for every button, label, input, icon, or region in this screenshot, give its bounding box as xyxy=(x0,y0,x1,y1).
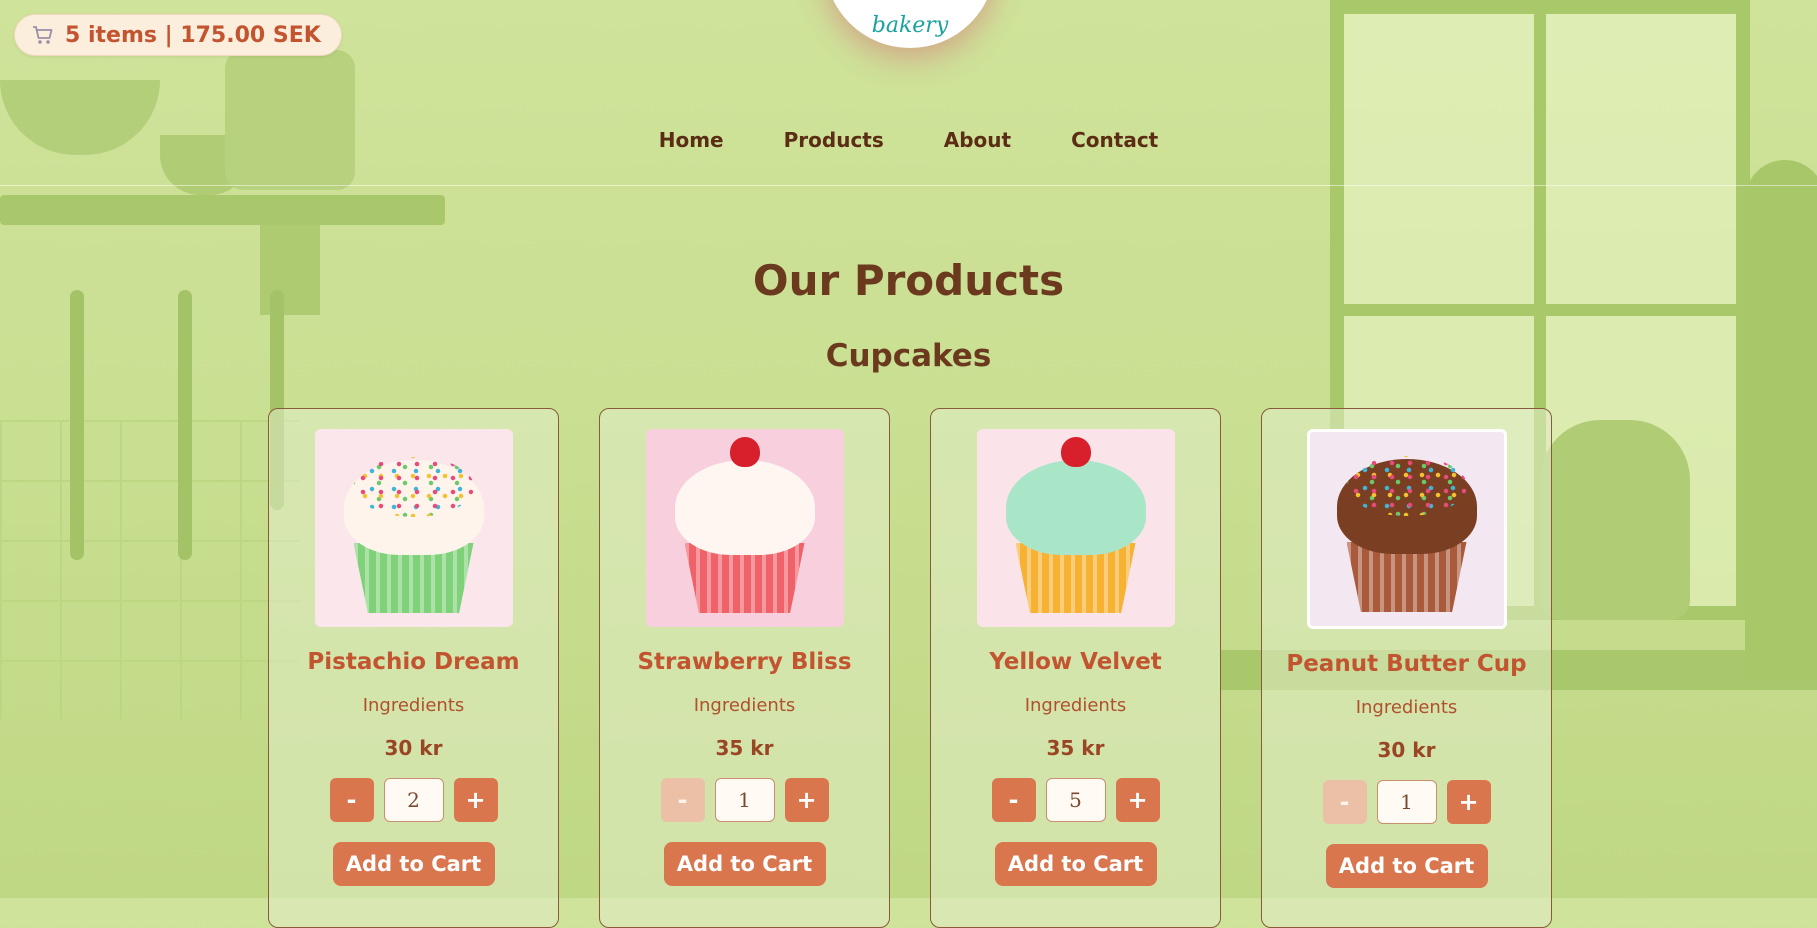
decrease-quantity-button[interactable]: - xyxy=(660,778,705,822)
section-title: Cupcakes xyxy=(825,338,992,374)
add-to-cart-button[interactable]: Add to Cart xyxy=(994,842,1157,886)
increase-quantity-button[interactable]: + xyxy=(1446,780,1491,824)
product-name: Peanut Butter Cup xyxy=(1286,651,1527,677)
cupcake-illustration xyxy=(646,429,844,627)
product-card: Strawberry Bliss Ingredients 35 kr - + A… xyxy=(599,408,890,928)
increase-quantity-button[interactable]: + xyxy=(453,778,498,822)
quantity-stepper: - + xyxy=(660,778,829,822)
quantity-input[interactable] xyxy=(383,778,444,822)
product-price: 30 kr xyxy=(1377,738,1436,762)
product-name: Yellow Velvet xyxy=(989,649,1162,675)
add-to-cart-button[interactable]: Add to Cart xyxy=(663,842,826,886)
page-title: Our Products xyxy=(752,256,1065,305)
product-card: Pistachio Dream Ingredients 30 kr - + Ad… xyxy=(268,408,559,928)
decrease-quantity-button[interactable]: - xyxy=(1322,780,1367,824)
product-grid: Pistachio Dream Ingredients 30 kr - + Ad… xyxy=(268,408,1552,928)
quantity-stepper: - + xyxy=(991,778,1160,822)
cupcake-illustration xyxy=(315,429,513,627)
product-price: 35 kr xyxy=(1046,736,1105,760)
logo-text: bakery xyxy=(871,13,949,38)
quantity-stepper: - + xyxy=(1322,780,1491,824)
add-to-cart-button[interactable]: Add to Cart xyxy=(332,842,495,886)
product-card: Peanut Butter Cup Ingredients 30 kr - + … xyxy=(1261,408,1552,928)
product-image xyxy=(314,429,513,627)
quantity-input[interactable] xyxy=(1045,778,1106,822)
quantity-stepper: - + xyxy=(329,778,498,822)
cupcake-illustration xyxy=(977,429,1175,627)
product-image xyxy=(976,429,1175,627)
product-name: Strawberry Bliss xyxy=(637,649,852,675)
cupcake-illustration xyxy=(1310,432,1504,626)
product-image xyxy=(645,429,844,627)
quantity-input[interactable] xyxy=(714,778,775,822)
increase-quantity-button[interactable]: + xyxy=(1115,778,1160,822)
ingredients-link[interactable]: Ingredients xyxy=(1025,695,1127,716)
product-price: 30 kr xyxy=(384,736,443,760)
product-image xyxy=(1306,429,1507,629)
nav-about[interactable]: About xyxy=(944,128,1011,152)
ingredients-link[interactable]: Ingredients xyxy=(363,695,465,716)
decrease-quantity-button[interactable]: - xyxy=(329,778,374,822)
cart-icon xyxy=(33,26,53,44)
product-price: 35 kr xyxy=(715,736,774,760)
nav-contact[interactable]: Contact xyxy=(1071,128,1158,152)
add-to-cart-button[interactable]: Add to Cart xyxy=(1325,844,1488,888)
quantity-input[interactable] xyxy=(1376,780,1437,824)
decrease-quantity-button[interactable]: - xyxy=(991,778,1036,822)
ingredients-link[interactable]: Ingredients xyxy=(1356,697,1458,718)
product-card: Yellow Velvet Ingredients 35 kr - + Add … xyxy=(930,408,1221,928)
cart-summary[interactable]: 5 items | 175.00 SEK xyxy=(14,14,342,56)
nav-divider xyxy=(0,185,1817,186)
increase-quantity-button[interactable]: + xyxy=(784,778,829,822)
main-nav: Home Products About Contact xyxy=(0,128,1817,152)
nav-home[interactable]: Home xyxy=(659,128,724,152)
cart-summary-text: 5 items | 175.00 SEK xyxy=(65,22,321,48)
nav-products[interactable]: Products xyxy=(784,128,884,152)
product-name: Pistachio Dream xyxy=(307,649,520,675)
ingredients-link[interactable]: Ingredients xyxy=(694,695,796,716)
